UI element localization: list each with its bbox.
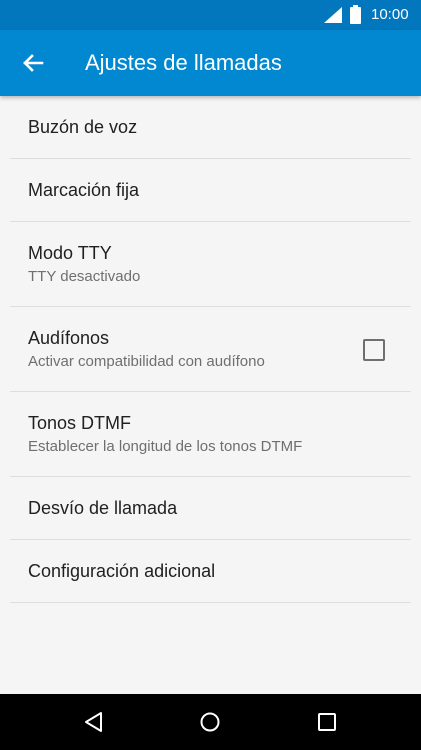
setting-dtmf-tones-label: Tonos DTMF xyxy=(28,413,132,433)
setting-dtmf-tones[interactable]: Tonos DTMF Establecer la longitud de los… xyxy=(0,392,421,477)
app-bar: Ajustes de llamadas xyxy=(0,30,421,96)
divider xyxy=(10,602,411,603)
setting-voicemail[interactable]: Buzón de voz xyxy=(0,96,421,159)
navigation-bar xyxy=(0,694,421,750)
setting-tty-mode[interactable]: Modo TTY TTY desactivado xyxy=(0,222,421,307)
setting-hearing-aids-summary: Activar compatibilidad con audífono xyxy=(28,353,265,370)
hearing-aids-checkbox[interactable] xyxy=(363,339,385,361)
setting-voicemail-label: Buzón de voz xyxy=(28,117,138,137)
page-title: Ajustes de llamadas xyxy=(85,50,282,75)
setting-hearing-aids-label: Audífonos xyxy=(28,328,110,348)
arrow-back-icon[interactable] xyxy=(18,48,48,78)
setting-additional-settings[interactable]: Configuración adicional xyxy=(0,540,421,603)
status-bar: 10:00 xyxy=(0,0,421,30)
setting-call-forwarding-label: Desvío de llamada xyxy=(28,498,178,518)
nav-back-icon[interactable] xyxy=(79,708,109,736)
setting-fixed-dialing-label: Marcación fija xyxy=(28,180,140,200)
status-time: 10:00 xyxy=(371,6,409,23)
setting-fixed-dialing[interactable]: Marcación fija xyxy=(0,159,421,222)
signal-icon xyxy=(324,7,342,23)
nav-home-icon[interactable] xyxy=(195,708,225,736)
setting-call-forwarding[interactable]: Desvío de llamada xyxy=(0,477,421,540)
setting-tty-mode-summary: TTY desactivado xyxy=(28,268,141,285)
setting-additional-settings-label: Configuración adicional xyxy=(28,561,216,581)
settings-list: Buzón de voz Marcación fija Modo TTY TTY… xyxy=(0,96,421,603)
setting-dtmf-tones-summary: Establecer la longitud de los tonos DTMF xyxy=(28,438,303,455)
nav-recents-icon[interactable] xyxy=(312,708,342,736)
battery-icon xyxy=(350,5,361,24)
setting-hearing-aids[interactable]: Audífonos Activar compatibilidad con aud… xyxy=(0,307,421,392)
setting-tty-mode-label: Modo TTY xyxy=(28,243,112,263)
